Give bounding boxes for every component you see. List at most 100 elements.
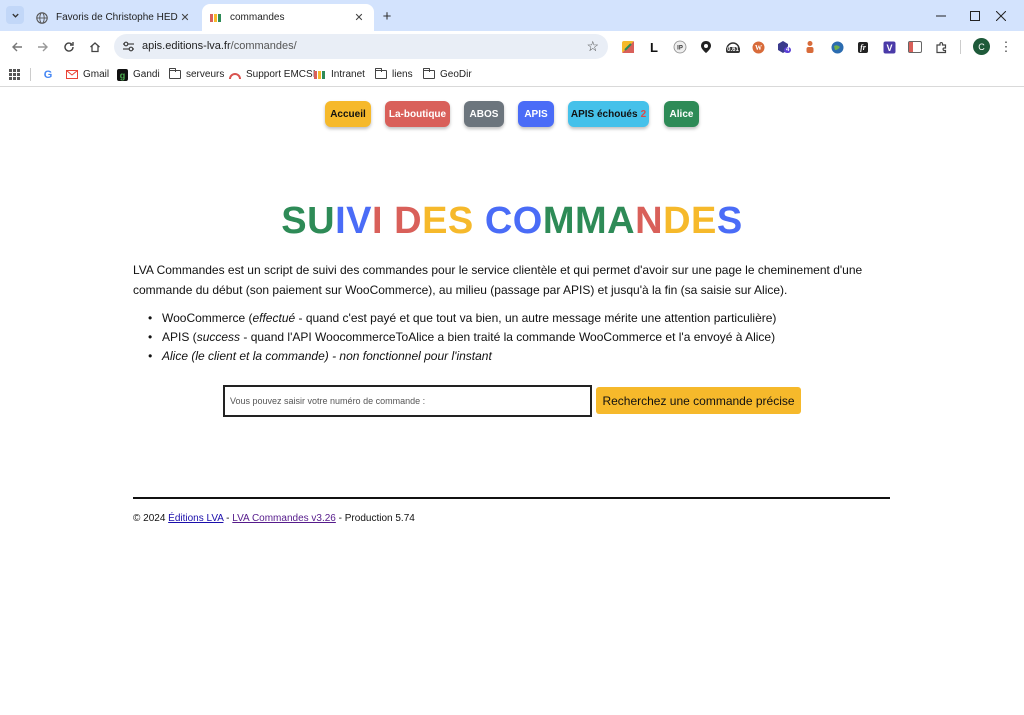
footer-production: - Production 5.74: [335, 513, 415, 524]
bookmark-label: Support EMCSI: [246, 69, 316, 80]
close-tab-icon[interactable]: ✕: [352, 11, 366, 25]
reload-icon: [64, 42, 74, 52]
title-letter: S: [281, 200, 308, 242]
new-tab-button[interactable]: +: [378, 7, 396, 25]
extension-globe-icon[interactable]: [830, 40, 844, 54]
extension-speed-icon[interactable]: 0.61: [724, 40, 742, 54]
minimize-icon: [936, 15, 946, 16]
title-letter: I: [335, 200, 347, 242]
title-letter: D: [663, 200, 692, 242]
close-tab-icon[interactable]: ✕: [178, 11, 192, 25]
extension-badge-text: 0.61: [726, 47, 740, 53]
bookmark-gandi[interactable]: g Gandi: [116, 67, 160, 82]
bookmark-label: Intranet: [331, 69, 365, 80]
lva-favicon: [314, 69, 326, 81]
tab-commandes[interactable]: commandes ✕: [202, 4, 374, 31]
bookmark-separator: [30, 68, 31, 81]
bookmark-label: liens: [392, 69, 413, 80]
bookmark-geodir[interactable]: GeoDir: [423, 67, 472, 82]
nav-apis-button[interactable]: APIS: [518, 101, 554, 127]
nav-accueil-button[interactable]: Accueil: [325, 101, 371, 127]
extension-color-icon[interactable]: [621, 40, 635, 54]
feature-prefix: APIS (: [162, 330, 197, 344]
back-button[interactable]: [8, 38, 26, 56]
title-letter: N: [635, 200, 664, 242]
extension-sidepanel-icon[interactable]: [908, 40, 922, 54]
title-letter: U: [307, 200, 336, 242]
extension-wordpress-icon[interactable]: W: [751, 40, 765, 54]
list-item-woocommerce: WooCommerce (effectué - quand c'est payé…: [148, 309, 861, 328]
footer-link-editions-lva[interactable]: Éditions LVA: [168, 513, 223, 524]
title-letter: [383, 200, 394, 242]
extension-ip-icon[interactable]: IP: [673, 40, 687, 54]
title-letter: M: [542, 200, 576, 242]
extension-l-icon[interactable]: L: [647, 40, 661, 55]
feature-suffix: - quand c'est payé et que tout va bien, …: [295, 311, 777, 325]
nav-alice-button[interactable]: Alice: [664, 101, 699, 127]
bookmark-label: GeoDir: [440, 69, 472, 80]
title-letter: S: [447, 200, 474, 242]
bookmark-support-emcsi[interactable]: Support EMCSI: [229, 67, 315, 82]
bookmark-label: serveurs: [186, 69, 225, 80]
bookmark-liens[interactable]: liens: [375, 67, 413, 82]
apps-grid-icon[interactable]: [9, 67, 20, 82]
menu-kebab-icon[interactable]: ⋮: [1000, 38, 1013, 56]
bookmark-serveurs[interactable]: serveurs: [169, 67, 224, 82]
nav-la-boutique-button[interactable]: La-boutique: [385, 101, 450, 127]
tab-favoris[interactable]: Favoris de Christophe HÉDÉ / W ✕: [28, 4, 200, 31]
emcsi-icon: [229, 69, 241, 81]
title-letter: O: [512, 200, 543, 242]
globe-icon: [36, 11, 48, 24]
tab-search-button[interactable]: [6, 6, 24, 24]
arrow-left-icon: [12, 42, 22, 52]
title-letter: D: [394, 200, 423, 242]
home-button[interactable]: [86, 38, 104, 56]
feature-prefix: WooCommerce (: [162, 311, 253, 325]
footer-link-version[interactable]: LVA Commandes v3.26: [232, 513, 336, 524]
footer-copyright: © 2024: [133, 513, 169, 524]
page-content: Accueil La-boutique ABOS APIS APIS échou…: [0, 88, 1024, 715]
folder-icon: [375, 68, 387, 81]
svg-text:V: V: [886, 43, 892, 53]
order-number-input[interactable]: [223, 385, 592, 417]
reload-button[interactable]: [60, 38, 78, 56]
extension-figure-icon[interactable]: [803, 40, 817, 54]
puzzle-icon[interactable]: [934, 40, 948, 54]
profile-avatar[interactable]: C: [973, 38, 990, 55]
nav-apis-echoues-button[interactable]: APIS échoués 2: [568, 101, 649, 127]
toolbar-separator: [960, 40, 961, 54]
search-order-button[interactable]: Recherchez une commande précise: [596, 387, 801, 414]
address-bar[interactable]: apis.editions-lva.fr/commandes/ ☆: [114, 34, 608, 59]
page-title: SUIVI DES COMMANDES: [0, 200, 1024, 243]
extension-fr-icon[interactable]: fr: [856, 40, 870, 54]
bookmark-star-icon[interactable]: ☆: [586, 38, 599, 55]
forward-button[interactable]: [34, 38, 52, 56]
gmail-icon: [66, 69, 78, 81]
site-settings-icon[interactable]: [122, 40, 135, 53]
feature-suffix: - quand l'API WoocommerceToAlice a bien …: [240, 330, 776, 344]
close-window-button[interactable]: [978, 0, 1024, 31]
tab-title: Favoris de Christophe HÉDÉ / W: [56, 12, 178, 23]
feature-status: success: [196, 330, 241, 344]
extension-v-icon[interactable]: V: [882, 40, 896, 54]
extension-hex-icon[interactable]: 4: [776, 40, 792, 54]
failed-count-badge: 2: [640, 108, 647, 120]
nav-label: La-boutique: [388, 108, 447, 120]
extension-location-icon[interactable]: [699, 40, 713, 54]
bookmark-intranet[interactable]: Intranet: [314, 67, 365, 82]
intro-paragraph: LVA Commandes est un script de suivi des…: [133, 263, 863, 297]
url-path: /commandes/: [230, 40, 297, 52]
tab-strip: Favoris de Christophe HÉDÉ / W ✕ command…: [0, 0, 1024, 31]
nav-label: Accueil: [330, 108, 366, 120]
nav-label: ABOS: [469, 108, 499, 120]
folder-icon: [169, 68, 181, 81]
home-icon: [90, 42, 100, 53]
bookmark-label: Gandi: [133, 69, 160, 80]
nav-abos-button[interactable]: ABOS: [464, 101, 504, 127]
chevron-down-icon: [11, 13, 19, 18]
bookmark-gmail[interactable]: Gmail: [66, 67, 109, 82]
google-bookmark[interactable]: G: [42, 67, 59, 82]
nav-label: Alice: [669, 108, 694, 120]
title-letter: S: [716, 200, 743, 242]
footer-separator: -: [223, 513, 233, 524]
